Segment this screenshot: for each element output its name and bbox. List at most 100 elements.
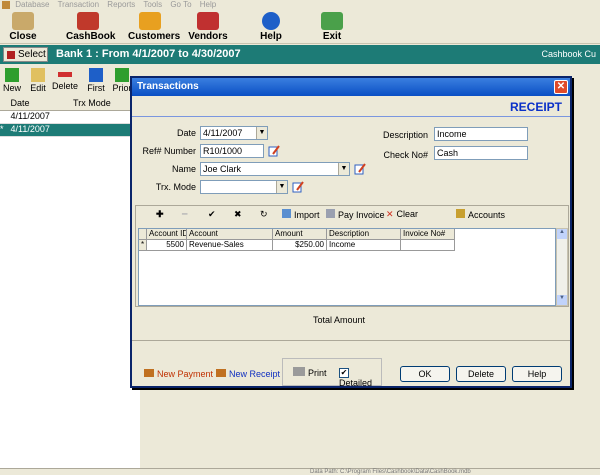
close-label: Close bbox=[9, 31, 37, 42]
date-column-header[interactable]: Date bbox=[11, 98, 71, 108]
prior-button[interactable]: Prior bbox=[112, 66, 132, 93]
checkbox-icon: ✔ bbox=[339, 368, 349, 378]
divider bbox=[132, 116, 570, 117]
line-items-panel: ✚ ━ ✔ ✖ ↻ Import Pay Invoice ✕ Clear Acco… bbox=[135, 205, 569, 307]
first-label: First bbox=[87, 83, 105, 93]
amount-header[interactable]: Amount bbox=[273, 229, 327, 240]
invoice-no-cell[interactable] bbox=[401, 240, 455, 251]
import-button[interactable]: Import bbox=[282, 209, 320, 220]
check-no-label: Check No# bbox=[383, 150, 428, 160]
edit-icon[interactable] bbox=[292, 181, 304, 193]
trx-mode-column-header[interactable]: Trx Mode bbox=[73, 98, 133, 108]
select-button[interactable]: Select bbox=[3, 47, 48, 62]
bank-period-title: Bank 1 : From 4/1/2007 to 4/30/2007 bbox=[56, 48, 241, 60]
edit-icon[interactable] bbox=[268, 145, 280, 157]
description-header[interactable]: Description bbox=[327, 229, 401, 240]
refresh-icon[interactable]: ↻ bbox=[260, 209, 268, 220]
help-button[interactable]: Help bbox=[258, 12, 284, 42]
ok-button[interactable]: OK bbox=[400, 366, 450, 382]
scroll-up-icon[interactable]: ▲ bbox=[557, 229, 567, 239]
help-dialog-button[interactable]: Help bbox=[512, 366, 562, 382]
detailed-label: Detailed bbox=[339, 378, 373, 388]
new-receipt-link[interactable]: New Receipt bbox=[216, 369, 280, 379]
date-cell: 4/11/2007 bbox=[10, 124, 50, 134]
help-icon bbox=[262, 12, 280, 30]
exit-icon bbox=[321, 12, 343, 30]
invoice-no-header[interactable]: Invoice No# bbox=[401, 229, 455, 240]
menu-help[interactable]: Help bbox=[200, 0, 216, 9]
edit-button[interactable]: Edit bbox=[28, 66, 48, 93]
new-button[interactable]: New bbox=[2, 66, 22, 93]
print-button[interactable]: Print bbox=[293, 367, 327, 378]
detailed-checkbox[interactable]: ✔Detailed bbox=[339, 367, 381, 388]
delete-button[interactable]: Delete bbox=[52, 66, 78, 91]
exit-label: Exit bbox=[322, 31, 342, 42]
vertical-scrollbar[interactable]: ▲ ▼ bbox=[556, 228, 568, 306]
cashbook-button[interactable]: CashBook bbox=[66, 12, 116, 42]
account-id-header[interactable]: Account ID bbox=[147, 229, 187, 240]
plus-icon bbox=[5, 68, 19, 82]
menu-reports[interactable]: Reports bbox=[107, 0, 135, 9]
pay-invoice-label: Pay Invoice bbox=[338, 210, 385, 220]
line-items-table: Account ID Account Amount Description In… bbox=[138, 228, 556, 306]
accounts-button[interactable]: Accounts bbox=[456, 209, 505, 220]
select-label: Select bbox=[18, 49, 46, 60]
new-label: New bbox=[2, 83, 21, 93]
help-label: Help bbox=[260, 31, 282, 42]
vendors-icon bbox=[197, 12, 219, 30]
ref-number-field[interactable]: R10/1000 bbox=[200, 144, 264, 158]
print-label: Print bbox=[308, 368, 327, 378]
chevron-down-icon[interactable]: ▼ bbox=[276, 181, 287, 193]
cancel-icon[interactable]: ✖ bbox=[234, 209, 242, 220]
first-icon bbox=[89, 68, 103, 82]
dialog-title: Transactions bbox=[132, 78, 570, 96]
first-button[interactable]: First bbox=[86, 66, 106, 93]
payment-icon bbox=[144, 369, 154, 377]
vendors-button[interactable]: Vendors bbox=[188, 12, 228, 42]
delete-transaction-button[interactable]: Delete bbox=[456, 366, 506, 382]
transaction-grid: Date Trx Mode 4/11/2007 * 4/11/2007 bbox=[0, 98, 140, 468]
line-items-toolbar: ✚ ━ ✔ ✖ ↻ Import Pay Invoice ✕ Clear Acco… bbox=[136, 206, 568, 226]
table-row[interactable]: * 4/11/2007 bbox=[0, 124, 140, 137]
check-icon[interactable]: ✔ bbox=[208, 209, 216, 220]
name-field[interactable]: Joe Clark ▼ bbox=[200, 162, 350, 176]
amount-cell[interactable]: $250.00 bbox=[273, 240, 327, 251]
edit-label: Edit bbox=[30, 83, 46, 93]
account-cell[interactable]: Revenue-Sales bbox=[187, 240, 273, 251]
prior-label: Prior bbox=[112, 83, 132, 93]
check-no-field[interactable]: Cash bbox=[434, 146, 528, 160]
chevron-down-icon[interactable]: ▼ bbox=[338, 163, 349, 175]
customers-icon bbox=[139, 12, 161, 30]
date-cell: 4/11/2007 bbox=[10, 111, 50, 121]
add-line-icon[interactable]: ✚ bbox=[156, 209, 164, 220]
menu-database[interactable]: Database bbox=[15, 0, 49, 9]
clear-button[interactable]: ✕ Clear bbox=[386, 209, 418, 220]
menu-goto[interactable]: Go To bbox=[170, 0, 191, 9]
table-row[interactable]: 4/11/2007 bbox=[0, 111, 140, 124]
exit-button[interactable]: Exit bbox=[320, 12, 344, 42]
close-icon[interactable]: ✕ bbox=[554, 80, 568, 94]
select-icon bbox=[7, 51, 15, 59]
import-icon bbox=[282, 209, 291, 218]
accounts-icon bbox=[456, 209, 465, 218]
scroll-down-icon[interactable]: ▼ bbox=[557, 295, 567, 305]
menu-transaction[interactable]: Transaction bbox=[58, 0, 100, 9]
date-field[interactable]: 4/11/2007 ▼ bbox=[200, 126, 268, 140]
account-id-cell[interactable]: 5500 bbox=[147, 240, 187, 251]
pay-invoice-button[interactable]: Pay Invoice bbox=[326, 209, 385, 220]
customers-button[interactable]: Customers bbox=[128, 12, 180, 42]
account-header[interactable]: Account bbox=[187, 229, 273, 240]
remove-line-icon[interactable]: ━ bbox=[182, 209, 187, 220]
trx-mode-field[interactable]: ▼ bbox=[200, 180, 288, 194]
edit-icon[interactable] bbox=[354, 163, 366, 175]
new-payment-link[interactable]: New Payment bbox=[144, 369, 213, 379]
description-cell[interactable]: Income bbox=[327, 240, 401, 251]
description-field[interactable]: Income bbox=[434, 127, 528, 141]
menu-tools[interactable]: Tools bbox=[143, 0, 162, 9]
close-button[interactable]: Close bbox=[8, 12, 38, 42]
cashbook-label: CashBook bbox=[66, 31, 116, 42]
trx-mode-label: Trx. Mode bbox=[155, 182, 196, 192]
chevron-down-icon[interactable]: ▼ bbox=[256, 127, 267, 139]
edit-icon bbox=[31, 68, 45, 82]
transactions-dialog: Transactions ✕ RECEIPT Date 4/11/2007 ▼ R… bbox=[130, 76, 572, 388]
